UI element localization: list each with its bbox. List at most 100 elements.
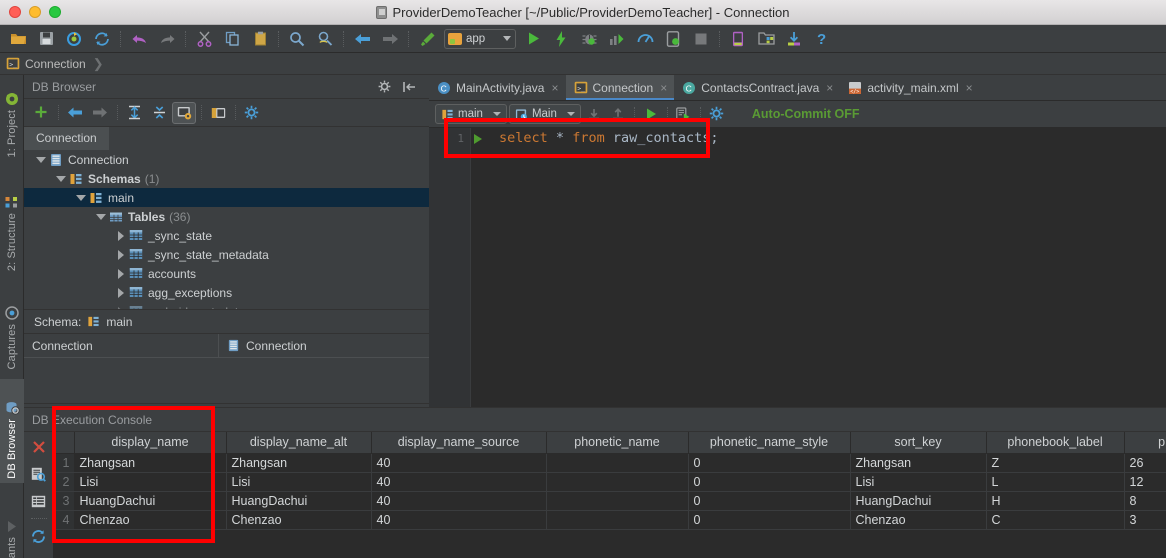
sidebar-item-captures[interactable]: Captures bbox=[0, 281, 24, 373]
tree-row[interactable]: _sync_state_metadata bbox=[24, 245, 429, 264]
column-header-sort-key[interactable]: sort_key bbox=[850, 432, 987, 454]
debug-icon[interactable] bbox=[576, 27, 602, 51]
column-header-phonetic-name[interactable]: phonetic_name bbox=[546, 432, 689, 454]
tree-row[interactable]: Tables (36) bbox=[24, 207, 429, 226]
expand-arrow-icon[interactable] bbox=[112, 230, 129, 241]
execute-icon[interactable] bbox=[640, 103, 662, 125]
run-configuration-selector[interactable]: app bbox=[444, 28, 517, 49]
hide-panel-icon[interactable] bbox=[398, 76, 422, 98]
cell-display-name-alt[interactable]: Lisi bbox=[226, 472, 372, 492]
cell-phonebook-bucket[interactable]: 12 bbox=[1124, 472, 1166, 492]
cell-phonebook-label[interactable]: Z bbox=[986, 453, 1125, 473]
settings-gear-icon[interactable] bbox=[373, 76, 397, 98]
column-header-phonetic-name-style[interactable]: phonetic_name_style bbox=[688, 432, 851, 454]
close-icon[interactable]: × bbox=[660, 81, 667, 95]
session-selector[interactable]: Main bbox=[508, 104, 581, 124]
cell-sort-key[interactable]: Lisi bbox=[850, 472, 987, 492]
cell-display-name[interactable]: Chenzao bbox=[74, 510, 227, 530]
cell-sort-key[interactable]: HuangDachui bbox=[850, 491, 987, 511]
cell-phonebook-label[interactable]: L bbox=[986, 472, 1125, 492]
console-settings-icon[interactable] bbox=[706, 103, 728, 125]
tree-row[interactable]: _sync_state bbox=[24, 226, 429, 245]
cell-display-name[interactable]: Zhangsan bbox=[74, 453, 227, 473]
cell-phonetic-name[interactable] bbox=[546, 472, 689, 492]
column-header-display-name[interactable]: display_name bbox=[74, 432, 227, 454]
cell-phonetic-name-style[interactable]: 0 bbox=[688, 491, 851, 511]
apply-changes-icon[interactable] bbox=[548, 27, 574, 51]
column-header-phonebook-label[interactable]: phonebook_label bbox=[986, 432, 1125, 454]
tab-contactscontract-java[interactable]: C ContactsContract.java × bbox=[674, 75, 840, 100]
schema-selector[interactable]: main bbox=[435, 104, 507, 124]
sync-icon[interactable] bbox=[61, 27, 87, 51]
close-icon[interactable]: × bbox=[551, 81, 558, 95]
expand-arrow-icon[interactable] bbox=[112, 249, 129, 260]
sdk-manager-icon[interactable] bbox=[753, 27, 779, 51]
results-grid-wrapper[interactable]: display_name display_name_alt display_na… bbox=[54, 432, 1166, 558]
run-icon[interactable] bbox=[520, 27, 546, 51]
expand-arrow-icon[interactable] bbox=[92, 213, 109, 220]
expand-arrow-icon[interactable] bbox=[112, 268, 129, 279]
cell-display-name-source[interactable]: 40 bbox=[371, 491, 547, 511]
expand-arrow-icon[interactable] bbox=[112, 287, 129, 298]
cell-display-name-alt[interactable]: HuangDachui bbox=[226, 491, 372, 511]
attach-debugger-icon[interactable] bbox=[660, 27, 686, 51]
expand-arrow-icon[interactable] bbox=[112, 306, 129, 309]
reload-icon[interactable] bbox=[28, 526, 50, 546]
close-icon[interactable] bbox=[28, 437, 50, 457]
open-folder-icon[interactable] bbox=[5, 27, 31, 51]
nav-back-icon[interactable] bbox=[63, 102, 87, 124]
cell-display-name-source[interactable]: 40 bbox=[371, 453, 547, 473]
new-window-icon[interactable] bbox=[206, 102, 230, 124]
cell-sort-key[interactable]: Zhangsan bbox=[850, 453, 987, 473]
sql-code-editor[interactable]: 1 select * from raw_contacts; bbox=[429, 128, 1166, 407]
sidebar-item-project[interactable]: 1: Project bbox=[0, 75, 24, 161]
cell-display-name-alt[interactable]: Zhangsan bbox=[226, 453, 372, 473]
copy-icon[interactable] bbox=[219, 27, 245, 51]
build-hammer-icon[interactable] bbox=[414, 27, 440, 51]
table-row[interactable]: 3 HuangDachui HuangDachui 40 0 HuangDach… bbox=[54, 491, 1166, 511]
forward-icon[interactable] bbox=[377, 27, 403, 51]
redo-icon[interactable] bbox=[154, 27, 180, 51]
table-row[interactable]: 1 Zhangsan Zhangsan 40 0 Zhangsan Z 26 bbox=[54, 453, 1166, 473]
save-all-icon[interactable] bbox=[33, 27, 59, 51]
cell-phonebook-bucket[interactable]: 3 bbox=[1124, 510, 1166, 530]
help-icon[interactable]: ? bbox=[809, 27, 835, 51]
connection-detail-row[interactable]: Connection Connection bbox=[24, 333, 429, 358]
refresh-icon[interactable] bbox=[89, 27, 115, 51]
close-icon[interactable]: × bbox=[966, 81, 973, 95]
cell-display-name-source[interactable]: 40 bbox=[371, 510, 547, 530]
cell-display-name-source[interactable]: 40 bbox=[371, 472, 547, 492]
table-row[interactable]: 2 Lisi Lisi 40 0 Lisi L 12 bbox=[54, 472, 1166, 492]
tab-connection[interactable]: Connection bbox=[24, 127, 109, 150]
close-icon[interactable]: × bbox=[826, 81, 833, 95]
table-view-icon[interactable] bbox=[28, 491, 50, 511]
tab-mainactivity-java[interactable]: C MainActivity.java × bbox=[429, 75, 566, 100]
cell-display-name[interactable]: Lisi bbox=[74, 472, 227, 492]
find-usages-icon[interactable] bbox=[312, 27, 338, 51]
column-header-display-name-alt[interactable]: display_name_alt bbox=[226, 432, 372, 454]
load-script-icon[interactable] bbox=[583, 103, 605, 125]
expand-all-icon[interactable] bbox=[122, 102, 146, 124]
expand-arrow-icon[interactable] bbox=[52, 175, 69, 182]
expand-arrow-icon[interactable] bbox=[72, 194, 89, 201]
sidebar-item-build-variants[interactable]: Build Variants bbox=[0, 489, 24, 558]
tree-row[interactable]: Schemas (1) bbox=[24, 169, 429, 188]
execute-script-icon[interactable] bbox=[673, 103, 695, 125]
cell-phonebook-label[interactable]: H bbox=[986, 491, 1125, 511]
cell-phonetic-name[interactable] bbox=[546, 491, 689, 511]
undo-icon[interactable] bbox=[126, 27, 152, 51]
cell-phonebook-label[interactable]: C bbox=[986, 510, 1125, 530]
gradle-sync-icon[interactable] bbox=[781, 27, 807, 51]
paste-icon[interactable] bbox=[247, 27, 273, 51]
profiler-icon[interactable] bbox=[632, 27, 658, 51]
column-header-display-name-source[interactable]: display_name_source bbox=[371, 432, 547, 454]
tab-activity-main-xml[interactable]: </> activity_main.xml × bbox=[840, 75, 979, 100]
cell-display-name-alt[interactable]: Chenzao bbox=[226, 510, 372, 530]
run-statement-icon[interactable] bbox=[474, 134, 482, 144]
cell-phonebook-bucket[interactable]: 8 bbox=[1124, 491, 1166, 511]
tree-row[interactable]: android_metadata bbox=[24, 302, 429, 309]
cell-phonetic-name-style[interactable]: 0 bbox=[688, 453, 851, 473]
sidebar-item-structure[interactable]: 2: Structure bbox=[0, 167, 24, 275]
tab-connection[interactable]: >_ Connection × bbox=[565, 75, 675, 100]
db-settings-icon[interactable] bbox=[240, 102, 264, 124]
